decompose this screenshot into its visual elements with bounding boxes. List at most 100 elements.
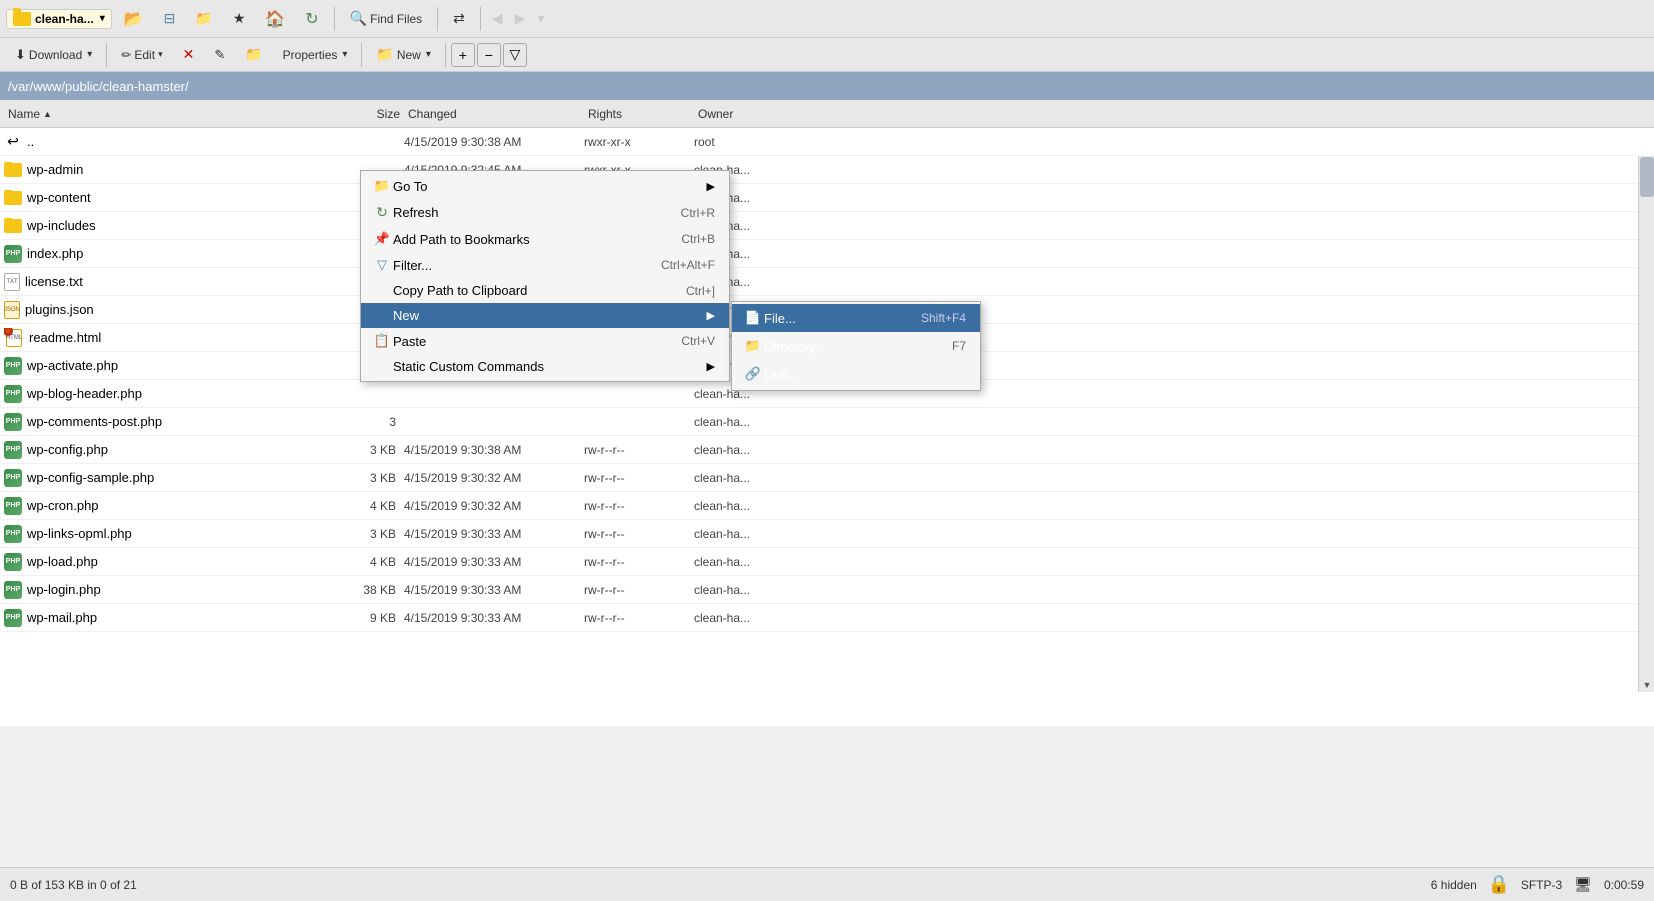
txt-file-icon: TXT — [4, 273, 20, 291]
file-size: 3 — [324, 415, 404, 429]
php-file-icon: PHP — [4, 553, 22, 571]
ctx-refresh[interactable]: ↻ Refresh Ctrl+R — [361, 199, 729, 226]
file-name: readme.html — [29, 330, 101, 345]
ctx-goto[interactable]: 📁 Go To ▶ — [361, 173, 729, 199]
edit-btn[interactable]: ✏ Edit ▾ — [112, 45, 171, 65]
delete-btn[interactable]: ✕ — [174, 43, 204, 66]
refresh-ctx-icon: ↻ — [371, 204, 393, 221]
remove-btn[interactable]: − — [477, 43, 501, 67]
col-header-size[interactable]: Size — [324, 107, 404, 121]
filter-small-btn[interactable]: ▽ — [503, 43, 527, 67]
new-folder-icon-btn[interactable]: 📁 — [236, 43, 271, 66]
properties-btn[interactable]: Properties — [274, 45, 357, 65]
table-row[interactable]: wp-admin 4/15/2019 9:32:45 AM rwxr-xr-x … — [0, 156, 1638, 184]
open-folder-icon: 📂 — [124, 9, 144, 29]
file-name: plugins.json — [25, 302, 94, 317]
current-path: /var/www/public/clean-hamster/ — [8, 79, 189, 94]
file-changed: 4/15/2019 9:30:38 AM — [404, 135, 584, 149]
json-file-icon: JSON — [4, 301, 20, 319]
ctx-new[interactable]: New ▶ 📄 File... Shift+F4 📁 Directory... … — [361, 303, 729, 328]
sort-arrow-name: ▲ — [43, 109, 52, 119]
table-row[interactable]: PHP index.php clean-ha... — [0, 240, 1638, 268]
col-header-rights[interactable]: Rights — [584, 107, 694, 121]
col-header-owner[interactable]: Owner — [694, 107, 844, 121]
table-row[interactable]: wp-content clean-ha... — [0, 184, 1638, 212]
col-header-name[interactable]: Name ▲ — [4, 107, 324, 121]
table-row[interactable]: ↩ .. 4/15/2019 9:30:38 AM rwxr-xr-x root — [0, 128, 1638, 156]
table-row[interactable]: TXT license.txt 20 clean-ha... — [0, 268, 1638, 296]
new-label: New — [397, 48, 421, 62]
file-list-area: Name ▲ Size Changed Rights Owner ↩ .. 4/… — [0, 100, 1654, 726]
new-btn[interactable]: 📁 New — [367, 43, 439, 66]
ctx-static-commands[interactable]: Static Custom Commands ▶ — [361, 354, 729, 379]
hidden-count: 6 hidden — [1431, 878, 1477, 892]
file-owner: clean-ha... — [694, 555, 844, 569]
table-row[interactable]: PHP wp-config.php 3 KB 4/15/2019 9:30:38… — [0, 436, 1638, 464]
home-icon: 🏠 — [265, 9, 285, 29]
ctx-copy-path[interactable]: Copy Path to Clipboard Ctrl+] — [361, 278, 729, 303]
status-bar: 0 B of 153 KB in 0 of 21 6 hidden 🔒 SFTP… — [0, 867, 1654, 901]
filter-icon: ⊟ — [164, 10, 176, 27]
nav-dropdown-btn[interactable]: ▾ — [533, 7, 548, 30]
ctx-paste[interactable]: 📋 Paste Ctrl+V — [361, 328, 729, 354]
current-folder-label[interactable]: clean-ha... ▾ — [6, 9, 112, 29]
ctx-paste-shortcut: Ctrl+V — [681, 334, 715, 348]
add-btn[interactable]: + — [451, 43, 475, 67]
folder-dropdown-arrow[interactable]: ▾ — [100, 13, 105, 24]
table-row[interactable]: PHP wp-config-sample.php 3 KB 4/15/2019 … — [0, 464, 1638, 492]
ctx-copy-shortcut: Ctrl+] — [686, 284, 715, 298]
table-row[interactable]: PHP wp-cron.php 4 KB 4/15/2019 9:30:32 A… — [0, 492, 1638, 520]
ctx-static-label: Static Custom Commands — [393, 359, 707, 374]
submenu-directory[interactable]: 📁 Directory... F7 — [732, 332, 980, 360]
file-name: .. — [27, 134, 34, 149]
ctx-add-bookmark[interactable]: 📌 Add Path to Bookmarks Ctrl+B — [361, 226, 729, 252]
separator-2 — [437, 7, 438, 31]
find-files-btn[interactable]: 🔍 Find Files — [342, 6, 430, 31]
rename-btn[interactable]: ✎ — [205, 44, 234, 66]
submenu-link[interactable]: 🔗 Link... — [732, 360, 980, 388]
scroll-down-btn[interactable]: ▼ — [1639, 678, 1654, 692]
submenu-file[interactable]: 📄 File... Shift+F4 — [732, 304, 980, 332]
star-btn[interactable]: ★ — [225, 6, 254, 31]
nav-forward-btn[interactable]: ▶ — [511, 7, 530, 30]
dir-sub-icon: 📁 — [742, 338, 764, 354]
table-row[interactable]: PHP wp-login.php 38 KB 4/15/2019 9:30:33… — [0, 576, 1638, 604]
file-size: 3 KB — [324, 443, 404, 457]
nav-back-btn[interactable]: ◀ — [488, 7, 507, 30]
filter-btn[interactable]: ⊟ — [156, 6, 184, 31]
sub-link-label: Link... — [764, 367, 956, 382]
sync-icon: ⇄ — [453, 10, 465, 27]
folder-icon — [13, 12, 31, 26]
sep-tb2-2 — [361, 43, 362, 67]
file-changed: 4/15/2019 9:30:33 AM — [404, 583, 584, 597]
status-info: 0 B of 153 KB in 0 of 21 — [10, 878, 137, 892]
php-file-icon: PHP — [4, 357, 22, 375]
open-folder-btn[interactable]: 📂 — [116, 5, 152, 33]
table-row[interactable]: wp-includes clean-ha... — [0, 212, 1638, 240]
download-btn[interactable]: ⬇ Download — [6, 44, 101, 66]
refresh-btn[interactable]: ↻ — [297, 5, 326, 33]
php-file-icon: PHP — [4, 245, 22, 263]
file-name: wp-login.php — [27, 582, 101, 597]
php-file-icon: PHP — [4, 581, 22, 599]
home-btn[interactable]: 🏠 — [257, 5, 293, 33]
file-changed: 4/15/2019 9:30:33 AM — [404, 527, 584, 541]
file-name: wp-admin — [27, 162, 83, 177]
table-row[interactable]: PHP wp-load.php 4 KB 4/15/2019 9:30:33 A… — [0, 548, 1638, 576]
ctx-filter[interactable]: ▽ Filter... Ctrl+Alt+F — [361, 252, 729, 278]
table-row[interactable]: PHP wp-comments-post.php 3 clean-ha... — [0, 408, 1638, 436]
col-header-changed[interactable]: Changed — [404, 107, 584, 121]
scrollbar[interactable]: ▲ ▼ — [1638, 156, 1654, 692]
table-row[interactable]: PHP wp-mail.php 9 KB 4/15/2019 9:30:33 A… — [0, 604, 1638, 632]
file-size: 4 KB — [324, 499, 404, 513]
archive-btn[interactable]: 📁 — [187, 6, 220, 31]
php-file-icon: PHP — [4, 385, 22, 403]
edit-icon: ✏ — [121, 48, 131, 62]
table-row[interactable]: PHP wp-links-opml.php 3 KB 4/15/2019 9:3… — [0, 520, 1638, 548]
file-size: 3 KB — [324, 527, 404, 541]
file-name: wp-blog-header.php — [27, 386, 142, 401]
file-name: wp-activate.php — [27, 358, 118, 373]
sync-btn[interactable]: ⇄ — [445, 6, 473, 31]
scroll-thumb[interactable] — [1640, 157, 1654, 197]
file-owner: root — [694, 135, 844, 149]
